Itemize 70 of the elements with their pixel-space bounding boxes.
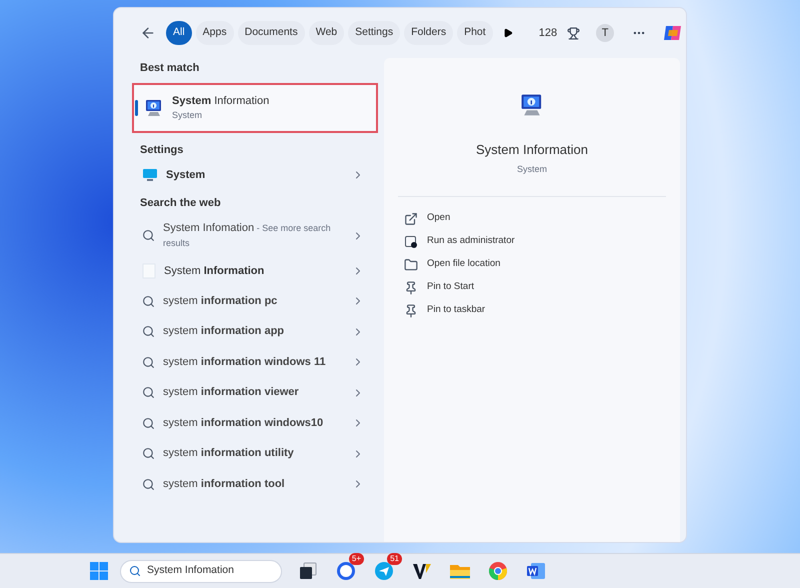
section-heading: Best match xyxy=(140,61,200,76)
pin-icon xyxy=(404,280,418,294)
search-icon xyxy=(142,478,155,491)
preview-title: System Information xyxy=(476,141,588,159)
search-icon xyxy=(142,294,155,308)
result-label: system information windows10 xyxy=(163,416,324,431)
folder-icon xyxy=(404,258,418,272)
search-icon xyxy=(142,356,155,369)
web-result[interactable]: system information app xyxy=(132,316,378,347)
search-icon xyxy=(129,565,141,577)
action-item[interactable]: Open file location xyxy=(398,253,666,276)
result-label: system information pc xyxy=(163,294,278,309)
search-icon xyxy=(142,447,155,460)
taskbar-search-field[interactable]: System Infomation xyxy=(120,560,282,582)
windows-logo-icon[interactable] xyxy=(90,562,108,580)
settings-result[interactable]: System xyxy=(132,160,378,190)
search-icon xyxy=(142,325,155,338)
web-result[interactable]: system information windows10 xyxy=(132,408,378,438)
search-icon xyxy=(142,229,155,242)
app-title: System Information xyxy=(172,94,270,108)
chat-app-icon[interactable] xyxy=(336,561,356,581)
section-heading: Search the web xyxy=(140,196,222,211)
action-item[interactable]: Pin to taskbar xyxy=(398,299,666,322)
filter-tab[interactable]: Documents xyxy=(238,21,305,45)
browser-icon[interactable] xyxy=(488,561,508,581)
best-match-item[interactable]: System Information System xyxy=(132,82,378,132)
result-label: System Infomation - See more search results xyxy=(163,220,332,250)
open-external-icon xyxy=(404,212,418,226)
notification-badge: 51 xyxy=(387,553,402,565)
web-result[interactable]: system information windows 11 xyxy=(132,347,378,378)
action-item[interactable]: Run as administrator xyxy=(398,230,666,253)
task-view-icon[interactable] xyxy=(298,561,318,581)
action-item[interactable]: Open xyxy=(398,207,666,230)
result-label: system information utility xyxy=(163,446,295,462)
section-heading: Settings xyxy=(140,142,184,158)
web-result[interactable]: system information tool xyxy=(132,469,378,500)
play-icon xyxy=(502,28,513,38)
filter-tab[interactable]: Phot xyxy=(457,21,493,45)
result-label: system information windows 11 xyxy=(163,354,327,370)
web-result[interactable]: System Infomation - See more search results xyxy=(132,216,378,256)
paper-plane-icon[interactable] xyxy=(374,561,394,581)
result-label: system information tool xyxy=(163,476,286,492)
monitor-info-icon xyxy=(144,98,164,118)
document-app-icon[interactable] xyxy=(526,561,546,581)
web-result[interactable]: system information pc xyxy=(132,286,378,316)
selection-indicator xyxy=(135,100,138,116)
search-icon xyxy=(142,386,155,400)
account-avatar[interactable]: T xyxy=(596,24,614,42)
filter-tab[interactable]: Web xyxy=(308,21,344,45)
filter-tab[interactable]: Apps xyxy=(196,21,234,45)
action-item[interactable]: Pin to Start xyxy=(398,276,666,299)
web-result[interactable]: system information utility xyxy=(132,438,378,469)
result-label: system information viewer xyxy=(163,385,300,400)
filter-tab[interactable]: Settings xyxy=(348,21,400,45)
preview-subtitle: System xyxy=(516,162,547,176)
result-label: System xyxy=(166,168,206,183)
points-count: 128 xyxy=(538,26,558,41)
app-subtitle: System xyxy=(172,109,204,122)
web-result[interactable]: System Information xyxy=(132,256,378,286)
back-icon xyxy=(140,25,156,41)
filter-tab[interactable]: Folders xyxy=(404,21,454,45)
filter-tab[interactable]: All xyxy=(166,21,192,45)
pin-icon xyxy=(404,304,418,318)
result-label: System Information xyxy=(164,264,266,278)
result-label: system information app xyxy=(163,324,286,340)
web-result[interactable]: system information viewer xyxy=(132,378,378,408)
monitor-icon xyxy=(142,167,158,183)
notification-badge: 5+ xyxy=(348,553,364,565)
trophy-icon[interactable] xyxy=(567,26,580,40)
search-icon xyxy=(142,416,155,430)
